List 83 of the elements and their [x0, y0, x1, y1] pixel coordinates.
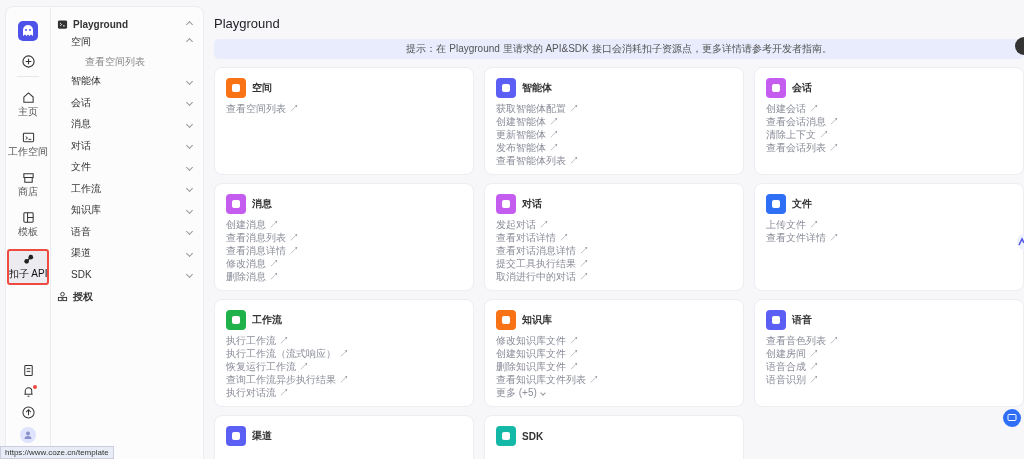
api-link[interactable]: 查看音色列表 ↗ — [766, 334, 839, 347]
home-icon — [21, 91, 35, 104]
rail-item[interactable]: 模板 — [7, 209, 49, 241]
api-link[interactable]: 查看会话列表 ↗ — [766, 141, 839, 154]
api-link[interactable]: 查看空间列表 ↗ — [226, 102, 299, 115]
rail-item[interactable]: 商店 — [7, 169, 49, 201]
api-link[interactable]: 语音合成 ↗ — [766, 360, 819, 373]
upload-icon[interactable] — [21, 406, 35, 419]
api-link[interactable]: 删除消息 ↗ — [226, 270, 279, 283]
api-link[interactable]: 恢复运行工作流 ↗ — [226, 360, 309, 373]
nav-item[interactable]: 消息 — [57, 113, 195, 135]
api-link[interactable]: 执行工作流（流式响应） ↗ — [226, 347, 349, 360]
api-link[interactable]: 上传文件 ↗ — [766, 218, 819, 231]
card-title: 知识库 — [522, 313, 552, 327]
api-link[interactable]: 创建房间 ↗ — [766, 347, 819, 360]
link-preview: https://www.coze.cn/template — [0, 446, 114, 459]
api-link[interactable]: 查看对话消息详情 ↗ — [496, 244, 589, 257]
link-nodes-icon — [21, 253, 35, 266]
nav-item[interactable]: 空间 — [57, 31, 195, 53]
rail-item[interactable]: 工作空间 — [7, 129, 49, 161]
api-link[interactable]: 执行对话流 ↗ — [226, 386, 289, 399]
api-link[interactable]: 创建知识库文件 ↗ — [496, 347, 579, 360]
bell-icon[interactable] — [21, 385, 35, 398]
store-icon — [21, 171, 35, 184]
api-link[interactable]: 查询工作流异步执行结果 ↗ — [226, 373, 349, 386]
card-title: 消息 — [252, 197, 272, 211]
api-link[interactable]: 查看知识库文件列表 ↗ — [496, 373, 599, 386]
api-link[interactable]: 语音识别 ↗ — [766, 373, 819, 386]
rail-item[interactable]: 主页 — [7, 89, 49, 121]
card-title: SDK — [522, 430, 544, 442]
api-link[interactable]: 创建会话 ↗ — [766, 102, 819, 115]
api-link[interactable]: 创建智能体 ↗ — [496, 115, 559, 128]
card-title: 语音 — [792, 313, 812, 327]
nav-item[interactable]: 文件 — [57, 156, 195, 178]
document-icon[interactable] — [21, 364, 35, 377]
api-link[interactable]: 取消进行中的对话 ↗ — [496, 270, 589, 283]
nav-header[interactable]: Playground — [57, 17, 195, 31]
api-link[interactable]: 修改消息 ↗ — [226, 257, 279, 270]
api-link[interactable]: 提交工具执行结果 ↗ — [496, 257, 589, 270]
notice-banner: 提示：在 Playground 里请求的 API&SDK 接口会消耗扣子资源点，更多详情请参考开发者指南。 — [214, 39, 1024, 59]
api-link[interactable]: 修改知识库文件 ↗ — [496, 334, 579, 347]
api-link[interactable]: 更新智能体 ↗ — [496, 128, 559, 141]
nav-item[interactable]: 渠道 — [57, 242, 195, 264]
rail-item[interactable]: 扣子 API — [7, 249, 49, 285]
page-title: Playground — [214, 16, 281, 31]
card-title: 渠道 — [252, 429, 272, 443]
api-link[interactable]: 查看消息详情 ↗ — [226, 244, 299, 257]
nav-item[interactable]: 知识库 — [57, 199, 195, 221]
nav-item[interactable]: 智能体 — [57, 70, 195, 92]
api-link[interactable]: 发起对话 ↗ — [496, 218, 549, 231]
layout-icon — [21, 211, 35, 224]
nav-item[interactable]: 对话 — [57, 135, 195, 157]
nav-auth-item[interactable]: 授权 — [57, 289, 195, 304]
more-button[interactable]: 更多 (+5) — [496, 386, 545, 399]
api-link[interactable]: 查看会话消息 ↗ — [766, 115, 839, 128]
api-link[interactable]: 删除知识库文件 ↗ — [496, 360, 579, 373]
blocks-icon — [57, 291, 68, 302]
api-link[interactable]: 创建消息 ↗ — [226, 218, 279, 231]
feedback-icon[interactable] — [1003, 409, 1021, 427]
api-link[interactable]: 查看文件详情 ↗ — [766, 231, 839, 244]
api-link[interactable]: 查看消息列表 ↗ — [226, 231, 299, 244]
avatar-icon[interactable] — [1014, 36, 1024, 56]
terminal-icon — [21, 131, 35, 144]
card-title: 智能体 — [522, 81, 552, 95]
api-link[interactable]: 清除上下文 ↗ — [766, 128, 829, 141]
nav-item[interactable]: SDK — [57, 264, 195, 286]
api-link[interactable]: 发布智能体 ↗ — [496, 141, 559, 154]
card-title: 工作流 — [252, 313, 282, 327]
api-link[interactable]: 查看对话详情 ↗ — [496, 231, 569, 244]
terminal-icon — [57, 18, 68, 30]
nav-item[interactable]: 语音 — [57, 221, 195, 243]
card-title: 文件 — [792, 197, 812, 211]
api-link[interactable]: 执行工作流 ↗ — [226, 334, 289, 347]
card-title: 会话 — [792, 81, 812, 95]
nav-subitem[interactable]: 查看空间列表 — [57, 52, 195, 71]
nav-item[interactable]: 工作流 — [57, 178, 195, 200]
card-title: 对话 — [522, 197, 542, 211]
api-link[interactable]: 获取智能体配置 ↗ — [496, 102, 579, 115]
card-title: 空间 — [252, 81, 272, 95]
nav-item[interactable]: 会话 — [57, 92, 195, 114]
api-link[interactable]: 查看智能体列表 ↗ — [496, 154, 579, 167]
logo-icon[interactable] — [18, 21, 38, 41]
add-icon[interactable] — [21, 55, 35, 68]
